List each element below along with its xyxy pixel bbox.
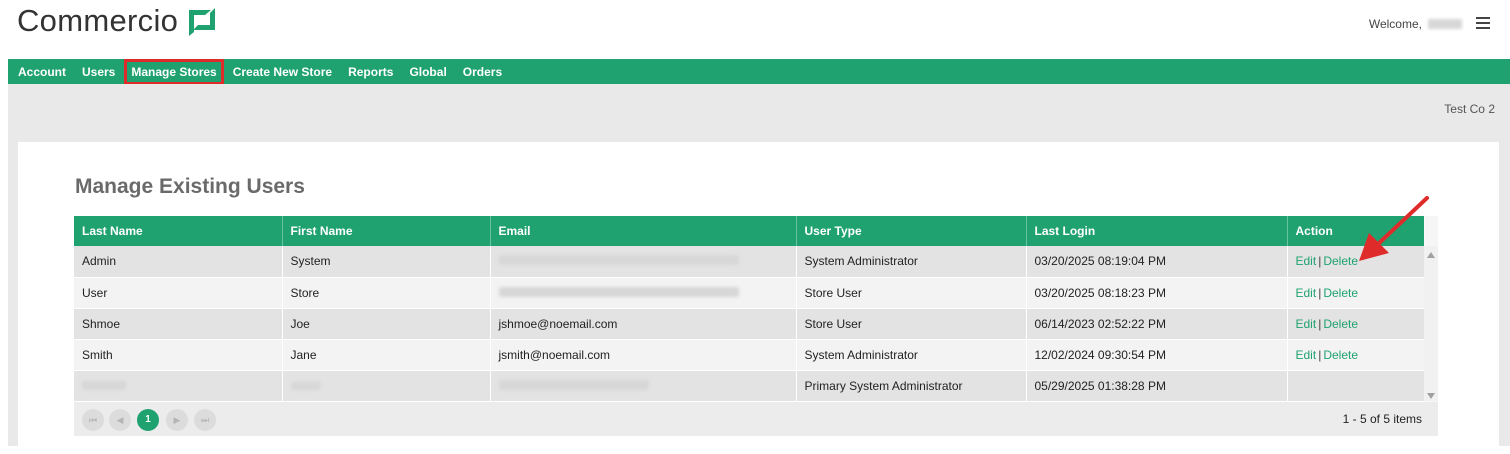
redacted-email: [498, 286, 739, 297]
welcome-label: Welcome,: [1368, 17, 1422, 31]
annotation-arrow-icon: [1359, 196, 1429, 261]
cell-last-name: Smith: [74, 339, 283, 371]
edit-link[interactable]: Edit: [1296, 286, 1317, 300]
cell-first-name: [282, 370, 491, 402]
cell-user-type: Store User: [796, 308, 1027, 340]
cell-user-type: System Administrator: [796, 339, 1027, 371]
action-separator: |: [1318, 347, 1322, 362]
delete-link[interactable]: Delete: [1323, 348, 1358, 362]
nav-item-create-new-store[interactable]: Create New Store: [233, 65, 332, 79]
logo-mark-icon: [189, 8, 216, 36]
column-header-user-type[interactable]: User Type: [796, 216, 1027, 246]
cell-last-login: 03/20/2025 08:19:04 PM: [1026, 246, 1288, 278]
column-header-last-name[interactable]: Last Name: [74, 216, 283, 246]
cell-action: Edit | Delete: [1287, 308, 1425, 340]
cell-last-name: Admin: [74, 246, 283, 278]
edit-link[interactable]: Edit: [1296, 348, 1317, 362]
action-separator: |: [1318, 316, 1322, 331]
cell-first-name: Joe: [282, 308, 491, 340]
prev-page-icon[interactable]: ◀: [109, 409, 131, 431]
redacted-last-name: [82, 380, 126, 390]
cell-action: [1287, 370, 1425, 402]
first-page-icon[interactable]: ⏮: [82, 409, 104, 431]
cell-last-login: 12/02/2024 09:30:54 PM: [1026, 339, 1288, 371]
nav-item-account[interactable]: Account: [18, 65, 66, 79]
logo[interactable]: Commercio: [17, 3, 219, 39]
delete-link[interactable]: Delete: [1323, 254, 1358, 268]
delete-link[interactable]: Delete: [1323, 317, 1358, 331]
cell-action: Edit | Delete: [1287, 339, 1425, 371]
cell-first-name: Store: [282, 277, 491, 309]
nav-item-orders[interactable]: Orders: [463, 65, 502, 79]
cell-action: Edit | Delete: [1287, 277, 1425, 309]
cell-last-name: User: [74, 277, 283, 309]
hamburger-menu-icon[interactable]: [1476, 17, 1490, 29]
cell-last-login: 03/20/2025 08:18:23 PM: [1026, 277, 1288, 309]
cell-last-login: 06/14/2023 02:52:22 PM: [1026, 308, 1288, 340]
redacted-email: [498, 379, 649, 390]
column-header-last-login[interactable]: Last Login: [1026, 216, 1288, 246]
nav-item-users[interactable]: Users: [82, 65, 115, 79]
cell-email: jsmith@noemail.com: [490, 339, 797, 371]
cell-user-type: Primary System Administrator: [796, 370, 1027, 402]
column-header-first-name[interactable]: First Name: [282, 216, 491, 246]
nav-item-manage-stores[interactable]: Manage Stores: [124, 58, 224, 85]
action-separator: |: [1318, 285, 1322, 300]
redacted-email: [498, 255, 739, 266]
cell-last-name: Shmoe: [74, 308, 283, 340]
table-row: User Store Store User 03/20/2025 08:18:2…: [74, 277, 1425, 309]
header: Commercio Welcome,: [0, 0, 1510, 59]
cell-first-name: System: [282, 246, 491, 278]
cell-email: [490, 370, 797, 402]
table-row: Smith Jane jsmith@noemail.com System Adm…: [74, 339, 1425, 371]
users-grid: Last Name First Name Email User Type Las…: [74, 216, 1438, 436]
cell-email: jshmoe@noemail.com: [490, 308, 797, 340]
app: Commercio Welcome, Account Users Manage …: [0, 0, 1510, 454]
cell-user-type: Store User: [796, 277, 1027, 309]
nav-item-reports[interactable]: Reports: [348, 65, 393, 79]
logo-text: Commercio: [17, 3, 179, 38]
welcome-message: Welcome,: [1369, 17, 1462, 31]
cell-last-login: 05/29/2025 01:38:28 PM: [1026, 370, 1288, 402]
cell-last-name: [74, 370, 283, 402]
company-name: Test Co 2: [1444, 102, 1495, 116]
cell-first-name: Jane: [282, 339, 491, 371]
scroll-down-icon[interactable]: [1427, 393, 1435, 399]
last-page-icon[interactable]: ⏭: [194, 409, 216, 431]
edit-link[interactable]: Edit: [1296, 317, 1317, 331]
page-number-current[interactable]: 1: [137, 409, 159, 431]
edit-link[interactable]: Edit: [1296, 254, 1317, 268]
table-row: Shmoe Joe jshmoe@noemail.com Store User …: [74, 308, 1425, 340]
main-nav: Account Users Manage Stores Create New S…: [8, 58, 1510, 85]
next-page-icon[interactable]: ▶: [166, 409, 188, 431]
page-title: Manage Existing Users: [75, 175, 305, 198]
cell-email: [490, 246, 797, 278]
table-row: Primary System Administrator 05/29/2025 …: [74, 370, 1425, 402]
cell-user-type: System Administrator: [796, 246, 1027, 278]
pager: ⏮ ◀ 1 ▶ ⏭ 1 - 5 of 5 items: [74, 402, 1438, 436]
delete-link[interactable]: Delete: [1323, 286, 1358, 300]
pager-info: 1 - 5 of 5 items: [1342, 412, 1422, 426]
column-header-email[interactable]: Email: [490, 216, 797, 246]
nav-item-global[interactable]: Global: [409, 65, 446, 79]
cell-email: [490, 277, 797, 309]
redacted-first-name: [290, 381, 321, 390]
redacted-username: [1428, 19, 1462, 29]
table-header-row: Last Name First Name Email User Type Las…: [74, 216, 1425, 246]
action-separator: |: [1318, 254, 1322, 269]
table-row: Admin System System Administrator 03/20/…: [74, 246, 1425, 278]
users-table: Last Name First Name Email User Type Las…: [74, 216, 1425, 402]
